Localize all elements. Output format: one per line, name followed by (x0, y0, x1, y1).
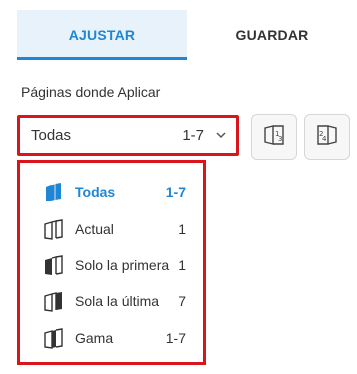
option-label: Solo la primera (75, 257, 170, 273)
option-solo-la-primera[interactable]: Solo la primera 1 (20, 248, 203, 282)
stack-last-icon (43, 290, 65, 312)
tab-guardar[interactable]: GUARDAR (187, 10, 357, 60)
pages-dropdown: Todas 1-7 Actual 1 Solo la primera 1 Sol… (17, 160, 206, 365)
even-pages-button[interactable]: 2 4 (304, 114, 350, 160)
stack-range-icon (43, 327, 65, 349)
option-gama[interactable]: Gama 1-7 (20, 321, 203, 355)
tab-bar: AJUSTAR GUARDAR (17, 10, 357, 60)
option-label: Todas (75, 184, 116, 200)
option-count: 7 (178, 293, 186, 309)
stack-first-icon (43, 254, 65, 276)
odd-pages-button[interactable]: 1 3 (251, 114, 297, 160)
pages-select-range: 1-7 (182, 127, 204, 144)
option-count: 1-7 (165, 330, 186, 346)
even-pages-icon: 2 4 (316, 124, 338, 151)
pages-select-value: Todas (31, 127, 72, 144)
option-label: Gama (75, 330, 114, 346)
tab-ajustar[interactable]: AJUSTAR (17, 10, 187, 60)
option-actual[interactable]: Actual 1 (20, 212, 203, 246)
stack-all-icon (43, 181, 65, 203)
option-count: 1 (178, 257, 186, 273)
option-count: 1 (178, 221, 186, 237)
svg-text:3: 3 (278, 135, 282, 143)
pages-section-label: Páginas donde Aplicar (21, 84, 161, 100)
option-label: Actual (75, 221, 114, 237)
odd-pages-icon: 1 3 (263, 124, 285, 151)
option-count: 1-7 (165, 184, 186, 200)
stack-current-icon (43, 218, 65, 240)
option-label: Sola la última (75, 293, 160, 309)
chevron-down-icon (216, 131, 226, 141)
option-sola-la-ultima[interactable]: Sola la última 7 (20, 284, 203, 318)
pages-select[interactable]: Todas 1-7 (17, 115, 239, 156)
svg-text:4: 4 (322, 135, 327, 143)
option-todas[interactable]: Todas 1-7 (20, 175, 203, 209)
